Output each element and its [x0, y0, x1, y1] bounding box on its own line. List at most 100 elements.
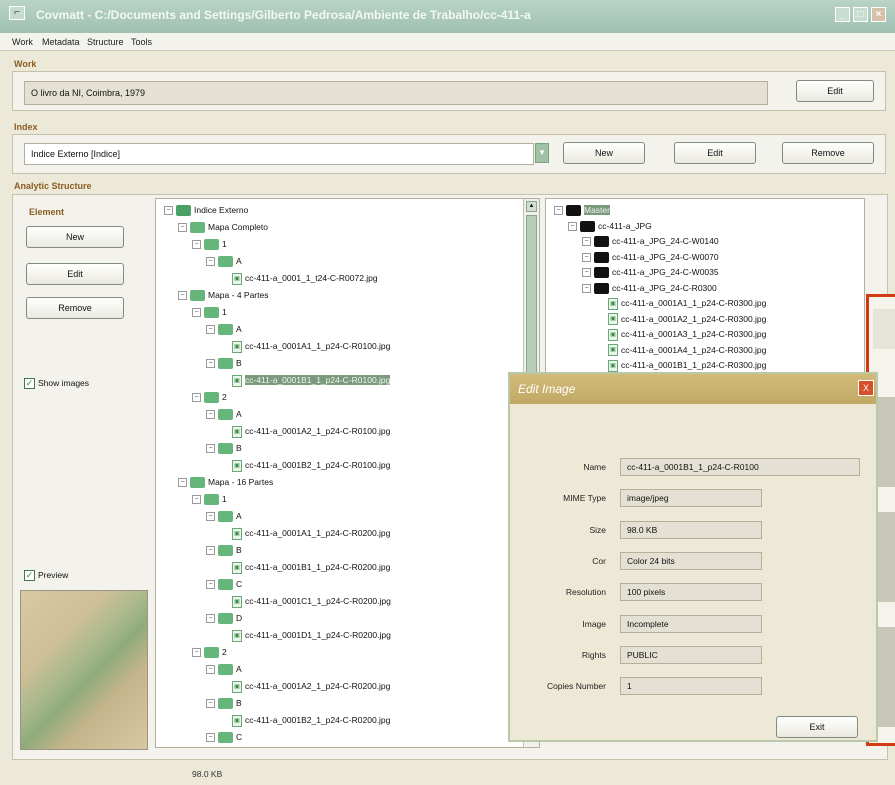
tree-node[interactable]: ▣ cc-411-a_0001A2_1_p24-C-R0100.jpg — [220, 424, 390, 438]
image-tree-node[interactable]: − cc-411-a_JPG_24-C-R0300 — [582, 281, 717, 295]
image-tree-node[interactable]: − Master — [554, 203, 610, 217]
expand-toggle-icon[interactable]: − — [192, 393, 201, 403]
dialog-exit-button[interactable]: Exit — [776, 716, 858, 738]
analytic-tree[interactable]: − Indice Externo − Mapa Completo −1 − A ▣ cc-411… — [155, 198, 540, 748]
image-tree-node[interactable]: − cc-411-a_JPG_24-C-W0140 — [582, 234, 719, 248]
tree-node[interactable]: − A — [206, 662, 242, 676]
expand-toggle-icon[interactable]: − — [192, 240, 201, 250]
tree-node[interactable]: ▣ cc-411-a_0001A2_1_p24-C-R0200.jpg — [220, 679, 390, 693]
tree-node[interactable]: − B — [206, 696, 242, 710]
dialog-field-value[interactable]: Incomplete — [620, 614, 762, 633]
expand-toggle-icon[interactable]: − — [164, 206, 173, 216]
dialog-field-value[interactable]: 98.0 KB — [620, 520, 762, 539]
expand-toggle-icon[interactable]: − — [206, 546, 215, 556]
tree-node[interactable]: −1 — [192, 237, 227, 251]
dialog-field-value[interactable]: cc-411-a_0001B1_1_p24-C-R0100 — [620, 458, 860, 476]
expand-toggle-icon[interactable]: − — [178, 478, 187, 488]
tree-node[interactable]: ▣ cc-411-a_0001C1_1_p24-C-R0200.jpg — [220, 594, 391, 608]
tree-node[interactable]: − C — [206, 730, 242, 744]
tree-node[interactable]: ▣ cc-411-a_0001B1_1_p24-C-R0100.jpg — [220, 373, 391, 387]
dialog-field-value[interactable]: 100 pixels — [620, 583, 762, 602]
index-select[interactable]: Indice Externo [Indice] — [24, 143, 534, 165]
expand-toggle-icon[interactable]: − — [568, 221, 577, 231]
chevron-down-icon[interactable]: ▼ — [535, 143, 549, 163]
image-tree-node[interactable]: − cc-411-a_JPG — [568, 219, 652, 233]
tree-node[interactable]: ▣ cc-411-a_0001A1_1_p24-C-R0200.jpg — [220, 526, 390, 540]
tree-node[interactable]: ▣ cc-411-a_0001B2_1_p24-C-R0200.jpg — [220, 713, 390, 727]
tree-node[interactable]: − C — [206, 577, 242, 591]
tree-node[interactable]: ▣ cc-411-a_0001A1_1_p24-C-R0100.jpg — [220, 339, 390, 353]
tree-node[interactable]: − Mapa - 4 Partes — [178, 288, 268, 302]
preview-checkbox[interactable]: ✓ Preview — [24, 570, 68, 582]
maximize-button[interactable]: □ — [853, 7, 868, 22]
expand-toggle-icon[interactable]: − — [582, 252, 591, 262]
tree-node[interactable]: − A — [206, 509, 242, 523]
expand-toggle-icon[interactable]: − — [206, 410, 215, 420]
expand-toggle-icon[interactable]: − — [206, 614, 215, 624]
expand-toggle-icon[interactable]: − — [206, 580, 215, 590]
tree-node[interactable]: − B — [206, 441, 242, 455]
show-images-checkbox[interactable]: ✓ Show images — [24, 378, 89, 390]
tree-node[interactable]: −2 — [192, 390, 227, 404]
tree-node[interactable]: ▣ cc-411-a_0001_1_t24-C-R0072.jpg — [220, 271, 378, 285]
tree-node[interactable]: ▣ cc-411-a_0001D1_1_p24-C-R0200.jpg — [220, 628, 391, 642]
tree-node[interactable]: − Mapa Completo — [178, 220, 268, 234]
expand-toggle-icon[interactable]: − — [206, 733, 215, 743]
expand-toggle-icon[interactable]: − — [582, 268, 591, 278]
tree-node[interactable]: − A — [206, 407, 242, 421]
expand-toggle-icon[interactable]: − — [554, 206, 563, 216]
menu-work[interactable]: Work — [12, 37, 33, 47]
tree-node[interactable]: ▣ cc-411-a_0001B1_1_p24-C-R0200.jpg — [220, 560, 390, 574]
tree-node[interactable]: −1 — [192, 305, 227, 319]
tree-node[interactable]: −2 — [192, 645, 227, 659]
tree-node[interactable]: − Mapa - 16 Partes — [178, 475, 273, 489]
element-new-button[interactable]: New — [26, 226, 124, 248]
expand-toggle-icon[interactable]: − — [206, 444, 215, 454]
tree-node[interactable]: − D — [206, 611, 242, 625]
menu-tools[interactable]: Tools — [131, 37, 152, 47]
tree-node[interactable]: − A — [206, 322, 242, 336]
expand-toggle-icon[interactable]: − — [178, 223, 187, 233]
expand-toggle-icon[interactable]: − — [206, 665, 215, 675]
image-tree-node[interactable]: ▣ cc-411-a_0001A2_1_p24-C-R0300.jpg — [596, 312, 766, 326]
index-edit-button[interactable]: Edit — [674, 142, 756, 164]
tree-node[interactable]: − B — [206, 543, 242, 557]
expand-toggle-icon[interactable]: − — [206, 512, 215, 522]
tree-node[interactable]: ▣ cc-411-a_0001B2_1_p24-C-R0100.jpg — [220, 458, 390, 472]
work-edit-button[interactable]: Edit — [796, 80, 874, 102]
index-new-button[interactable]: New — [563, 142, 645, 164]
dialog-field-value[interactable]: Color 24 bits — [620, 551, 762, 570]
expand-toggle-icon[interactable]: − — [206, 257, 215, 267]
dialog-field-value[interactable]: PUBLIC — [620, 645, 762, 664]
image-tree-node[interactable]: ▣ cc-411-a_0001A4_1_p24-C-R0300.jpg — [596, 343, 766, 357]
tree-node[interactable]: − A — [206, 254, 242, 268]
dialog-field-value[interactable]: 1 — [620, 677, 762, 696]
close-button[interactable]: × — [871, 7, 886, 22]
expand-toggle-icon[interactable]: − — [582, 237, 591, 247]
index-remove-button[interactable]: Remove — [782, 142, 874, 164]
image-tree-node[interactable]: ▣ cc-411-a_0001A3_1_p24-C-R0300.jpg — [596, 327, 766, 341]
scroll-up-icon[interactable]: ▲ — [526, 201, 537, 212]
tree-node[interactable]: − Indice Externo — [164, 203, 248, 217]
image-tree-node[interactable]: ▣ cc-411-a_0001A1_1_p24-C-R0300.jpg — [596, 296, 766, 310]
image-tree-node[interactable]: ▣ cc-411-a_0001B1_1_p24-C-R0300.jpg — [596, 358, 766, 372]
tree-node[interactable]: − B — [206, 356, 242, 370]
expand-toggle-icon[interactable]: − — [192, 648, 201, 658]
image-tree-node[interactable]: − cc-411-a_JPG_24-C-W0070 — [582, 250, 719, 264]
scroll-thumb[interactable] — [526, 215, 537, 385]
menu-structure[interactable]: Structure — [87, 37, 124, 47]
expand-toggle-icon[interactable]: − — [178, 291, 187, 301]
dialog-close-button[interactable]: X — [858, 380, 874, 396]
element-edit-button[interactable]: Edit — [26, 263, 124, 285]
expand-toggle-icon[interactable]: − — [192, 495, 201, 505]
image-structure-tree[interactable]: − Master − cc-411-a_JPG − cc-411-a_JPG_24-C-W… — [545, 198, 865, 378]
expand-toggle-icon[interactable]: − — [192, 308, 201, 318]
image-tree-node[interactable]: − cc-411-a_JPG_24-C-W0035 — [582, 265, 719, 279]
expand-toggle-icon[interactable]: − — [206, 699, 215, 709]
expand-toggle-icon[interactable]: − — [206, 359, 215, 369]
element-remove-button[interactable]: Remove — [26, 297, 124, 319]
expand-toggle-icon[interactable]: − — [206, 325, 215, 335]
menu-metadata[interactable]: Metadata — [42, 37, 80, 47]
dialog-field-value[interactable]: image/jpeg — [620, 489, 762, 508]
minimize-button[interactable]: _ — [835, 7, 850, 22]
